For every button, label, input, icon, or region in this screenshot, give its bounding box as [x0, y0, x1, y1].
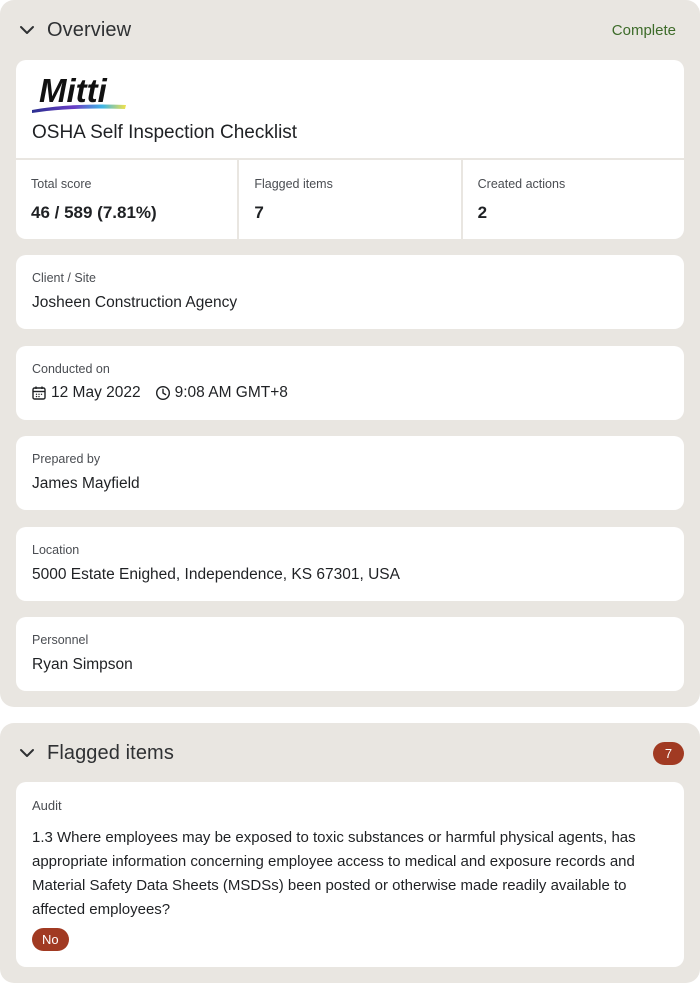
conducted-date: 12 May 2022	[51, 384, 141, 401]
report-title-card: Mitti OSHA Self Inspection Checklist Tot…	[16, 60, 684, 239]
field-label: Client / Site	[32, 271, 96, 285]
client-site-value: Josheen Construction Agency	[32, 294, 238, 311]
overview-section: Overview Complete Mitti OSHA Self Inspec…	[0, 0, 700, 707]
prepared-by-value: James Mayfield	[32, 475, 140, 492]
clock-icon	[155, 385, 171, 401]
overview-header[interactable]: Overview Complete	[0, 0, 700, 60]
chevron-down-icon[interactable]	[16, 742, 38, 764]
personnel-card: Personnel Ryan Simpson	[16, 617, 684, 691]
stat-value: 2	[477, 203, 488, 222]
stat-label: Total score	[31, 177, 92, 191]
stat-flagged-items[interactable]: Flagged items 7	[237, 160, 460, 239]
conducted-on-card: Conducted on 12 May 2022 9:08 AM GMT+8	[16, 346, 684, 420]
field-label: Location	[32, 543, 80, 557]
stat-value: 7	[254, 203, 264, 222]
flagged-items-header[interactable]: Flagged items 7	[0, 723, 700, 783]
conducted-time: 9:08 AM GMT+8	[174, 384, 288, 401]
flagged-items-section: Flagged items 7 Audit 1.3 Where employee…	[0, 723, 700, 983]
field-label: Prepared by	[32, 452, 101, 466]
report-title: OSHA Self Inspection Checklist	[32, 122, 298, 143]
answer-badge: No	[32, 928, 69, 951]
stat-total-score: Total score 46 / 589 (7.81%)	[16, 160, 237, 239]
stat-value: 46 / 589 (7.81%)	[31, 203, 157, 222]
question-text: 1.3 Where employees may be exposed to to…	[32, 829, 636, 918]
location-value: 5000 Estate Enighed, Independence, KS 67…	[32, 566, 400, 583]
field-label: Personnel	[32, 633, 89, 647]
flagged-items-title: Flagged items	[47, 741, 174, 764]
client-site-card: Client / Site Josheen Construction Agenc…	[16, 255, 684, 329]
date-time-row: 12 May 2022 9:08 AM GMT+8	[31, 384, 288, 402]
overview-title: Overview	[47, 18, 132, 41]
logo-text: Mitti	[39, 72, 108, 109]
item-section-label: Audit	[32, 798, 62, 813]
prepared-by-card: Prepared by James Mayfield	[16, 436, 684, 510]
personnel-value: Ryan Simpson	[32, 656, 133, 673]
field-label: Conducted on	[32, 362, 110, 376]
stats-row: Total score 46 / 589 (7.81%) Flagged ite…	[16, 158, 684, 239]
stat-label: Flagged items	[254, 177, 333, 191]
flagged-item-card[interactable]: Audit 1.3 Where employees may be exposed…	[16, 782, 684, 967]
stat-label: Created actions	[477, 177, 566, 191]
chevron-down-icon[interactable]	[16, 19, 38, 41]
status-label: Complete	[611, 21, 676, 39]
stat-created-actions[interactable]: Created actions 2	[460, 160, 684, 239]
company-logo: Mitti	[30, 72, 140, 116]
calendar-icon	[31, 385, 47, 401]
location-card: Location 5000 Estate Enighed, Independen…	[16, 527, 684, 601]
flagged-count-badge: 7	[653, 741, 684, 765]
